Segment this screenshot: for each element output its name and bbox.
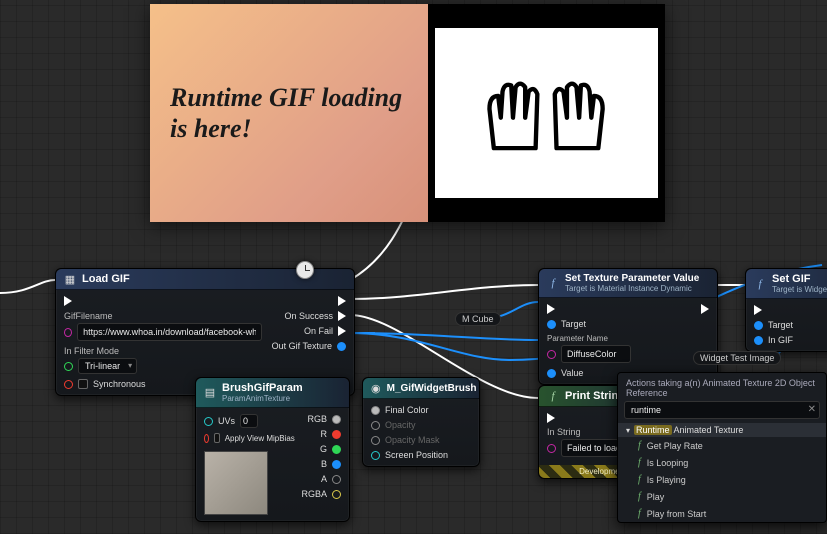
context-item[interactable]: fPlay from Start (618, 505, 826, 522)
function-icon: ▦ (64, 273, 76, 285)
exec-in-pin[interactable] (754, 305, 793, 315)
banner-text-panel: Runtime GIF loading is here! (150, 4, 428, 222)
target-pin[interactable]: Target (547, 319, 631, 329)
chevron-down-icon: ▾ (626, 426, 630, 435)
synchronous-checkbox[interactable] (78, 379, 88, 389)
filter-mode-label: In Filter Mode (64, 346, 262, 356)
opacity-mask-pin[interactable]: Opacity Mask (371, 435, 448, 445)
function-icon: f (638, 508, 641, 519)
gif-filename-pin[interactable] (64, 323, 262, 341)
function-icon: f (638, 457, 641, 468)
texture-icon: ▤ (204, 387, 216, 399)
texture-thumbnail[interactable] (204, 451, 268, 515)
node-set-texture-param[interactable]: f Set Texture Parameter Value Target is … (538, 268, 718, 385)
node-subtitle: Target is Widget Test Image (772, 285, 827, 294)
clear-search-icon[interactable]: ✕ (808, 404, 816, 415)
screen-position-pin[interactable]: Screen Position (371, 450, 448, 460)
exec-in-pin[interactable] (547, 413, 555, 423)
out-gif-texture-pin[interactable]: Out Gif Texture (272, 341, 346, 351)
banner-gif-panel (428, 4, 666, 222)
rgba-pin[interactable]: RGBA (301, 489, 341, 499)
material-icon: ◉ (371, 382, 381, 394)
node-title: BrushGifParam (222, 382, 303, 394)
context-category[interactable]: ▾ Runtime Animated Texture (618, 423, 826, 437)
in-gif-pin[interactable]: In GIF (754, 335, 793, 345)
node-header[interactable]: f Set Texture Parameter Value Target is … (539, 269, 717, 298)
r-pin[interactable]: R (321, 429, 342, 439)
node-brush-gif-param[interactable]: ▤ BrushGifParam ParamAnimTexture UVs App… (195, 377, 350, 522)
gif-frame (435, 28, 658, 198)
function-icon: f (638, 491, 641, 502)
uvs-pin[interactable]: UVs (204, 414, 295, 428)
node-title: Load GIF (82, 273, 130, 285)
a-pin[interactable]: A (321, 474, 341, 484)
node-title: Set Texture Parameter Value (565, 273, 699, 284)
context-item[interactable]: fIs Looping (618, 454, 826, 471)
rgb-pin[interactable]: RGB (307, 414, 341, 424)
function-icon: f (638, 440, 641, 451)
promo-banner: Runtime GIF loading is here! (150, 4, 665, 222)
node-header[interactable]: f Set GIF Target is Widget Test Image (746, 269, 827, 299)
mipbias-checkbox[interactable] (214, 433, 220, 443)
param-name-label: Parameter Name (547, 334, 631, 343)
param-name-input[interactable] (561, 345, 631, 363)
gif-filename-input[interactable] (77, 323, 262, 341)
node-subtitle: ParamAnimTexture (222, 394, 303, 403)
exec-out-pin[interactable] (338, 296, 346, 306)
node-header[interactable]: ◉ M_GifWidgetBrush (363, 378, 479, 399)
node-title: Set GIF (772, 273, 811, 285)
function-icon: f (638, 474, 641, 485)
context-item[interactable]: fPlay (618, 488, 826, 505)
node-title: M_GifWidgetBrush (387, 383, 477, 394)
reroute-widget-label: Widget Test Image (693, 351, 781, 365)
g-pin[interactable]: G (320, 444, 341, 454)
node-header[interactable]: ▤ BrushGifParam ParamAnimTexture (196, 378, 349, 408)
reroute-m-cube-label: M Cube (455, 312, 501, 326)
context-menu-title: Actions taking a(n) Animated Texture 2D … (618, 373, 826, 401)
filter-mode-pin[interactable]: Tri-linear (64, 358, 262, 374)
context-item[interactable]: fGet Play Rate (618, 437, 826, 454)
param-name-pin[interactable] (547, 345, 631, 363)
function-icon: f (754, 278, 766, 290)
banner-headline: Runtime GIF loading is here! (170, 82, 408, 144)
b-pin[interactable]: B (321, 459, 341, 469)
exec-in-pin[interactable] (64, 296, 262, 306)
gif-filename-label: GifFilename (64, 311, 262, 321)
target-pin[interactable]: Target (754, 320, 793, 330)
context-search[interactable]: ✕ (624, 401, 820, 419)
function-icon: f (547, 390, 559, 402)
on-fail-pin[interactable]: On Fail (304, 326, 346, 336)
filter-mode-select[interactable]: Tri-linear (78, 358, 137, 374)
exec-in-pin[interactable] (547, 304, 631, 314)
context-item[interactable]: fIs Playing (618, 471, 826, 488)
context-search-input[interactable] (624, 401, 820, 419)
node-gif-widget-brush[interactable]: ◉ M_GifWidgetBrush Final Color Opacity O… (362, 377, 480, 467)
node-set-gif[interactable]: f Set GIF Target is Widget Test Image Ta… (745, 268, 827, 352)
node-subtitle: Target is Material Instance Dynamic (565, 284, 699, 293)
exec-out-pin[interactable] (701, 304, 709, 314)
final-color-pin[interactable]: Final Color (371, 405, 448, 415)
hands-icon (459, 47, 633, 180)
mipbias-pin[interactable]: Apply View MipBias (204, 433, 295, 443)
context-menu[interactable]: Context Sensitive Actions taking a(n) An… (617, 372, 827, 523)
synchronous-label: Synchronous (93, 379, 146, 389)
opacity-pin[interactable]: Opacity (371, 420, 448, 430)
function-icon: f (547, 277, 559, 289)
latent-clock-icon (296, 261, 314, 279)
uvs-input[interactable] (240, 414, 258, 428)
node-title: Print String (565, 390, 625, 402)
on-success-pin[interactable]: On Success (284, 311, 346, 321)
